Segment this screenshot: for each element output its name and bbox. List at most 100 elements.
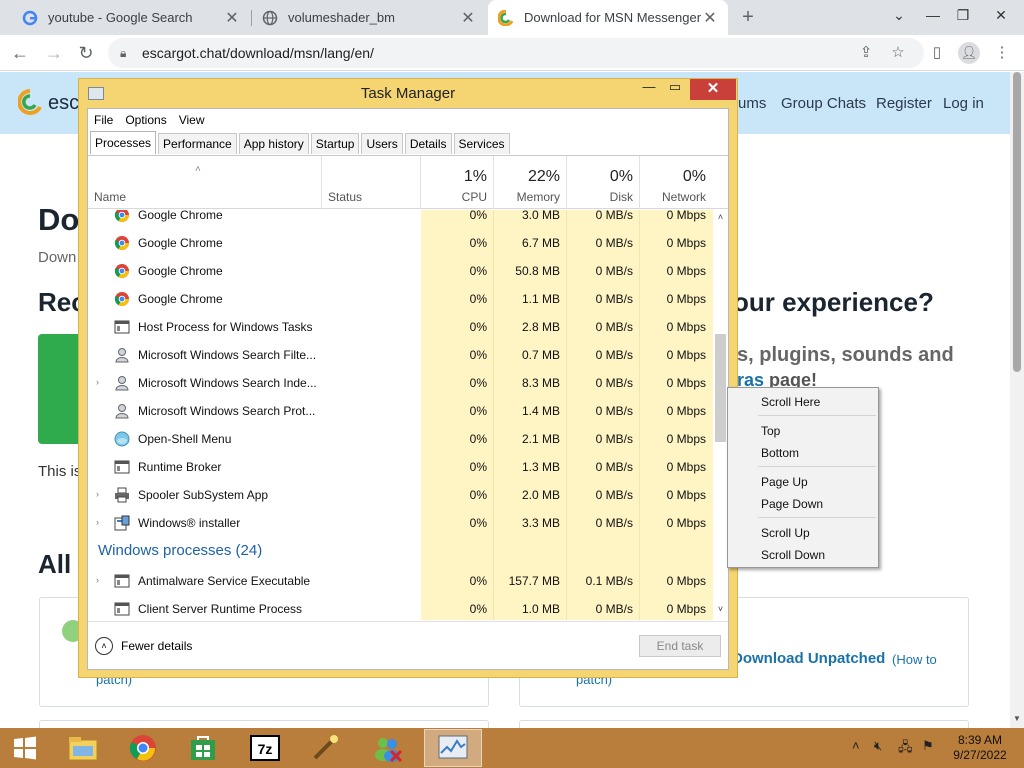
process-row[interactable]: Client Server Runtime Process 0% 1.0 MB 0 M… bbox=[88, 595, 713, 620]
chevron-up-circle-icon[interactable]: ˄ bbox=[95, 637, 113, 655]
column-name[interactable]: ˄ Name bbox=[88, 156, 321, 209]
column-status[interactable]: Status bbox=[322, 156, 420, 209]
tab-search-icon[interactable]: ⌄ bbox=[882, 0, 916, 30]
close-tab-icon[interactable]: ✕ bbox=[460, 8, 476, 28]
process-row[interactable]: › Windows® installer 0% 3.3 MB 0 MB/s 0 Mbps bbox=[88, 509, 713, 537]
taskbar-msn[interactable] bbox=[358, 729, 416, 767]
menu-item-bottom[interactable]: Bottom bbox=[761, 446, 799, 460]
scroll-down-arrow-icon[interactable]: ˅ bbox=[713, 604, 728, 618]
menu-kebab-icon[interactable]: ⋮ bbox=[992, 43, 1012, 63]
menu-options[interactable]: Options bbox=[119, 113, 172, 127]
escargot-logo-icon[interactable] bbox=[18, 89, 42, 115]
menu-item-page-down[interactable]: Page Down bbox=[761, 497, 823, 511]
page-scrollbar[interactable]: ▼ bbox=[1010, 72, 1024, 728]
process-row[interactable]: › Antimalware Service Executable 0% 157.7 M… bbox=[88, 567, 713, 595]
process-row[interactable]: › Spooler SubSystem App 0% 2.0 MB 0 MB/s 0 Mb… bbox=[88, 481, 713, 509]
process-row[interactable]: Google Chrome 0% 50.8 MB 0 MB/s 0 Mbps bbox=[88, 257, 713, 285]
nav-register[interactable]: Register bbox=[876, 95, 932, 112]
tab-youtube-search[interactable]: youtube - Google Search ✕ bbox=[12, 0, 250, 35]
process-list-scrollbar[interactable]: ˄ ˅ bbox=[713, 210, 728, 620]
side-panel-icon[interactable]: ▯ bbox=[927, 43, 947, 63]
process-row[interactable]: Host Process for Windows Tasks 0% 2.8 MB 0 … bbox=[88, 313, 713, 341]
speaker-muted-icon[interactable]: 🔇︎ bbox=[874, 738, 882, 754]
menu-item-page-up[interactable]: Page Up bbox=[761, 475, 808, 489]
process-list[interactable]: Google Chrome 0% 3.0 MB 0 MB/s 0 Mbps Google … bbox=[88, 210, 713, 620]
nav-login[interactable]: Log in bbox=[943, 95, 984, 112]
menu-item-scroll-up[interactable]: Scroll Up bbox=[761, 526, 810, 540]
close-tab-icon[interactable]: ✕ bbox=[224, 8, 240, 28]
taskbar-7zip[interactable]: 7z bbox=[236, 729, 294, 767]
show-hidden-icons-icon[interactable]: ˄ bbox=[852, 738, 860, 753]
network-icon[interactable]: 🖧 bbox=[898, 738, 913, 760]
tab-services[interactable]: Services bbox=[453, 133, 510, 154]
minimize-icon[interactable]: — bbox=[916, 0, 950, 30]
tab-startup[interactable]: Startup bbox=[310, 133, 360, 154]
tab-volumeshader[interactable]: volumeshader_bm ✕ bbox=[252, 0, 486, 35]
nav-forums[interactable]: ums bbox=[738, 95, 766, 112]
profile-avatar-icon[interactable]: 👤︎ bbox=[958, 42, 980, 64]
taskbar-chrome[interactable] bbox=[114, 729, 172, 767]
cpu-value: 0% bbox=[469, 432, 487, 446]
start-button[interactable] bbox=[0, 729, 50, 767]
end-task-button[interactable]: End task bbox=[639, 635, 721, 657]
column-disk[interactable]: 0% Disk bbox=[567, 156, 640, 209]
minimize-icon[interactable]: — bbox=[635, 79, 663, 99]
expand-chevron-icon[interactable]: › bbox=[96, 377, 99, 387]
scroll-thumb[interactable] bbox=[715, 334, 726, 442]
new-tab-button[interactable]: + bbox=[738, 6, 758, 29]
close-window-icon[interactable]: ✕ bbox=[984, 0, 1018, 30]
action-center-icon[interactable]: ⚑ bbox=[922, 738, 934, 754]
group-header-windows-processes[interactable]: Windows processes (24) bbox=[98, 542, 262, 559]
column-network[interactable]: 0% Network bbox=[640, 156, 713, 209]
expand-chevron-icon[interactable]: › bbox=[96, 517, 99, 527]
escargot-icon bbox=[498, 9, 514, 26]
scroll-down-arrow-icon[interactable]: ▼ bbox=[1010, 712, 1024, 726]
taskbar-magic-wand[interactable] bbox=[296, 729, 354, 767]
process-row[interactable]: Runtime Broker 0% 1.3 MB 0 MB/s 0 Mbps bbox=[88, 453, 713, 481]
forward-icon[interactable]: → bbox=[40, 39, 68, 67]
scroll-up-arrow-icon[interactable]: ˄ bbox=[713, 212, 728, 226]
expand-chevron-icon[interactable]: › bbox=[96, 489, 99, 499]
fewer-details-link[interactable]: Fewer details bbox=[121, 639, 192, 653]
column-cpu[interactable]: 1% CPU bbox=[421, 156, 494, 209]
tab-msn-download[interactable]: Download for MSN Messenger | E ✕ bbox=[488, 0, 728, 35]
expand-chevron-icon[interactable]: › bbox=[96, 575, 99, 585]
share-icon[interactable]: ⇪ bbox=[856, 43, 876, 63]
taskbar-clock[interactable]: 8:39 AM 9/27/2022 bbox=[950, 733, 1010, 763]
taskbar-file-explorer[interactable] bbox=[54, 729, 112, 767]
taskbar-task-manager[interactable] bbox=[424, 729, 482, 767]
nav-group-chats[interactable]: Group Chats bbox=[781, 95, 866, 112]
page-scroll-thumb[interactable] bbox=[1013, 72, 1021, 372]
column-memory[interactable]: 22% Memory bbox=[494, 156, 567, 209]
process-row[interactable]: Google Chrome 0% 1.1 MB 0 MB/s 0 Mbps bbox=[88, 285, 713, 313]
site-brand[interactable]: esc bbox=[48, 92, 79, 115]
menu-file[interactable]: File bbox=[88, 113, 119, 127]
menu-view[interactable]: View bbox=[173, 113, 211, 127]
close-tab-icon[interactable]: ✕ bbox=[702, 8, 718, 28]
download-unpatched-link[interactable]: Download Unpatched bbox=[732, 650, 885, 667]
menu-item-top[interactable]: Top bbox=[761, 424, 780, 438]
tab-performance[interactable]: Performance bbox=[158, 133, 237, 154]
close-icon[interactable]: ✕ bbox=[690, 79, 736, 100]
process-row[interactable]: › Microsoft Windows Search Inde... 0% 8.3 M… bbox=[88, 369, 713, 397]
taskbar-store[interactable] bbox=[174, 729, 232, 767]
tab-details[interactable]: Details bbox=[404, 133, 452, 154]
process-row[interactable]: Google Chrome 0% 3.0 MB 0 MB/s 0 Mbps bbox=[88, 210, 713, 229]
menu-item-scroll-here[interactable]: Scroll Here bbox=[761, 395, 820, 409]
process-row[interactable]: Microsoft Windows Search Prot... 0% 1.4 MB… bbox=[88, 397, 713, 425]
how-to-link[interactable]: (How to bbox=[892, 652, 937, 667]
process-row[interactable]: Open-Shell Menu 0% 2.1 MB 0 MB/s 0 Mbps bbox=[88, 425, 713, 453]
tab-app-history[interactable]: App history bbox=[238, 133, 309, 154]
process-row[interactable]: Microsoft Windows Search Filte... 0% 0.7 M… bbox=[88, 341, 713, 369]
address-bar[interactable]: 🔒︎ escargot.chat/download/msn/lang/en/ bbox=[108, 38, 924, 68]
restore-icon[interactable]: ❐ bbox=[946, 0, 980, 30]
tab-users[interactable]: Users bbox=[361, 133, 403, 154]
maximize-icon[interactable]: ▭ bbox=[661, 79, 689, 99]
tab-processes[interactable]: Processes bbox=[90, 131, 157, 154]
back-icon[interactable]: ← bbox=[6, 39, 34, 67]
process-row[interactable]: Google Chrome 0% 6.7 MB 0 MB/s 0 Mbps bbox=[88, 229, 713, 257]
task-manager-titlebar[interactable]: Task Manager — ▭ ✕ bbox=[79, 79, 737, 107]
bookmark-star-icon[interactable]: ☆ bbox=[888, 43, 908, 63]
reload-icon[interactable]: ↻ bbox=[72, 39, 100, 67]
menu-item-scroll-down[interactable]: Scroll Down bbox=[761, 548, 825, 562]
